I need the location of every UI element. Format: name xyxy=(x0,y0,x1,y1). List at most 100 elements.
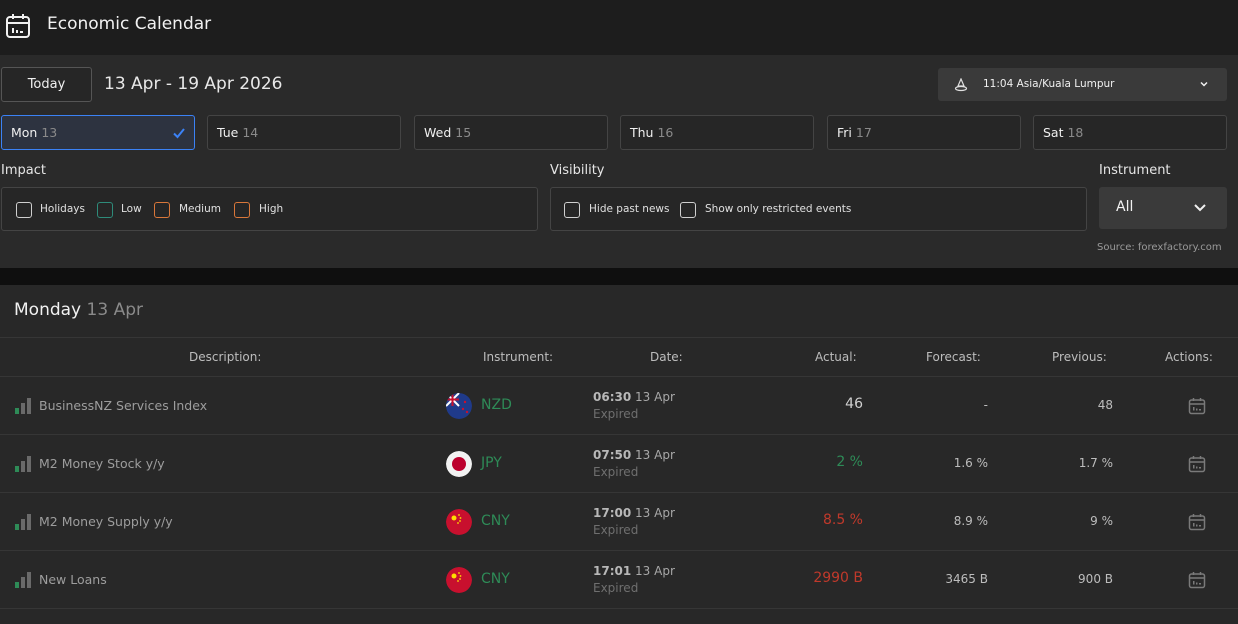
date-value: 13 Apr xyxy=(635,564,675,578)
impact-label: Impact xyxy=(1,163,46,178)
day-heading-name: Monday xyxy=(14,300,82,320)
event-status: Expired xyxy=(593,407,639,421)
event-description: M2 Money Supply y/y xyxy=(39,514,173,529)
visibility-filter-group: Hide past news Show only restricted even… xyxy=(550,187,1087,231)
impact-bars-icon xyxy=(15,572,31,588)
day-tab-tue[interactable]: Tue 14 xyxy=(207,115,401,150)
high-checkbox[interactable] xyxy=(234,202,250,218)
day-name: Fri xyxy=(837,125,852,140)
add-to-calendar-icon[interactable] xyxy=(1188,571,1206,589)
day-tab-thu[interactable]: Thu 16 xyxy=(620,115,814,150)
table-row[interactable]: M2 Money Stock y/y JPY 07:50 13 Apr Expi… xyxy=(0,435,1238,493)
day-number: 18 xyxy=(1067,125,1084,140)
time-value: 07:50 xyxy=(593,448,632,462)
event-time: 06:30 13 Apr xyxy=(593,390,675,404)
col-forecast: Forecast: xyxy=(926,350,981,364)
previous-value: 900 B xyxy=(1078,572,1113,586)
filter-panel: Today 13 Apr - 19 Apr 2026 11:04 Asia/Ku… xyxy=(0,55,1238,268)
time-value: 06:30 xyxy=(593,390,632,404)
event-description: New Loans xyxy=(39,572,107,587)
holidays-checkbox[interactable] xyxy=(16,202,32,218)
actual-value: 2 % xyxy=(836,454,863,470)
forecast-value: 8.9 % xyxy=(953,514,988,528)
date-value: 13 Apr xyxy=(635,448,675,462)
low-label: Low xyxy=(121,203,142,215)
day-name: Tue xyxy=(217,125,239,140)
today-button[interactable]: Today xyxy=(1,67,92,102)
day-name: Wed xyxy=(424,125,452,140)
instrument-value: All xyxy=(1116,199,1134,215)
event-status: Expired xyxy=(593,523,639,537)
timezone-value: 11:04 Asia/Kuala Lumpur xyxy=(983,78,1115,90)
forecast-value: 1.6 % xyxy=(953,456,988,470)
restricted-events-checkbox[interactable] xyxy=(680,202,696,218)
check-icon xyxy=(173,128,185,139)
section-divider xyxy=(0,268,1238,285)
impact-bars-icon xyxy=(15,456,31,472)
col-instrument: Instrument: xyxy=(483,350,554,364)
day-number: 16 xyxy=(657,125,674,140)
flag-cn-icon xyxy=(446,567,472,593)
previous-value: 48 xyxy=(1097,398,1113,412)
day-tab-fri[interactable]: Fri 17 xyxy=(827,115,1021,150)
holidays-label: Holidays xyxy=(40,203,85,215)
date-value: 13 Apr xyxy=(635,506,675,520)
col-actions: Actions: xyxy=(1165,350,1213,364)
currency-code: CNY xyxy=(481,571,510,587)
currency-code: NZD xyxy=(481,397,512,413)
high-label: High xyxy=(259,203,284,215)
forecast-value: - xyxy=(983,398,988,412)
table-header: Description: Instrument: Date: Actual: F… xyxy=(0,337,1238,377)
day-tab-sat[interactable]: Sat 18 xyxy=(1033,115,1227,150)
currency-code: JPY xyxy=(481,455,502,471)
restricted-events-label: Show only restricted events xyxy=(705,203,852,215)
timezone-select[interactable]: 11:04 Asia/Kuala Lumpur xyxy=(938,68,1227,101)
day-number: 13 xyxy=(41,125,58,140)
hide-past-news-label: Hide past news xyxy=(589,203,670,215)
event-description: BusinessNZ Services Index xyxy=(39,398,208,413)
calendar-icon xyxy=(6,14,30,38)
low-checkbox[interactable] xyxy=(97,202,113,218)
previous-value: 1.7 % xyxy=(1078,456,1113,470)
event-time: 17:01 13 Apr xyxy=(593,564,675,578)
actual-value: 46 xyxy=(845,396,863,412)
day-tab-mon[interactable]: Mon 13 xyxy=(1,115,195,150)
add-to-calendar-icon[interactable] xyxy=(1188,397,1206,415)
col-date: Date: xyxy=(650,350,683,364)
flag-cn-icon xyxy=(446,509,472,535)
table-row[interactable]: BusinessNZ Services Index NZD 06:30 13 A… xyxy=(0,377,1238,435)
currency-code: CNY xyxy=(481,513,510,529)
actual-value: 2990 B xyxy=(813,570,863,586)
event-time: 07:50 13 Apr xyxy=(593,448,675,462)
day-number: 15 xyxy=(455,125,472,140)
previous-value: 9 % xyxy=(1090,514,1113,528)
impact-filter-group: Holidays Low Medium High xyxy=(1,187,538,231)
day-number: 14 xyxy=(242,125,259,140)
col-previous: Previous: xyxy=(1052,350,1107,364)
instrument-label: Instrument xyxy=(1099,163,1171,178)
events-section: Monday 13 Apr Description: Instrument: D… xyxy=(0,285,1238,624)
forecast-value: 3465 B xyxy=(945,572,988,586)
flag-nz-icon xyxy=(446,393,472,419)
event-time: 17:00 13 Apr xyxy=(593,506,675,520)
add-to-calendar-icon[interactable] xyxy=(1188,455,1206,473)
table-row[interactable]: New Loans CNY 17:01 13 Apr Expired 2990 … xyxy=(0,551,1238,609)
flag-jp-icon xyxy=(446,451,472,477)
visibility-label: Visibility xyxy=(550,163,605,178)
col-actual: Actual: xyxy=(815,350,857,364)
time-value: 17:01 xyxy=(593,564,632,578)
table-row[interactable]: M2 Money Supply y/y CNY 17:00 13 Apr Exp… xyxy=(0,493,1238,551)
date-range: 13 Apr - 19 Apr 2026 xyxy=(104,74,283,94)
event-status: Expired xyxy=(593,465,639,479)
day-name: Thu xyxy=(630,125,654,140)
time-value: 17:00 xyxy=(593,506,632,520)
medium-checkbox[interactable] xyxy=(154,202,170,218)
event-description: M2 Money Stock y/y xyxy=(39,456,165,471)
instrument-select[interactable]: All xyxy=(1099,187,1227,229)
day-tab-wed[interactable]: Wed 15 xyxy=(414,115,608,150)
add-to-calendar-icon[interactable] xyxy=(1188,513,1206,531)
hide-past-news-checkbox[interactable] xyxy=(564,202,580,218)
actual-value: 8.5 % xyxy=(822,512,863,528)
impact-bars-icon xyxy=(15,514,31,530)
app-header: Economic Calendar xyxy=(0,0,1238,55)
